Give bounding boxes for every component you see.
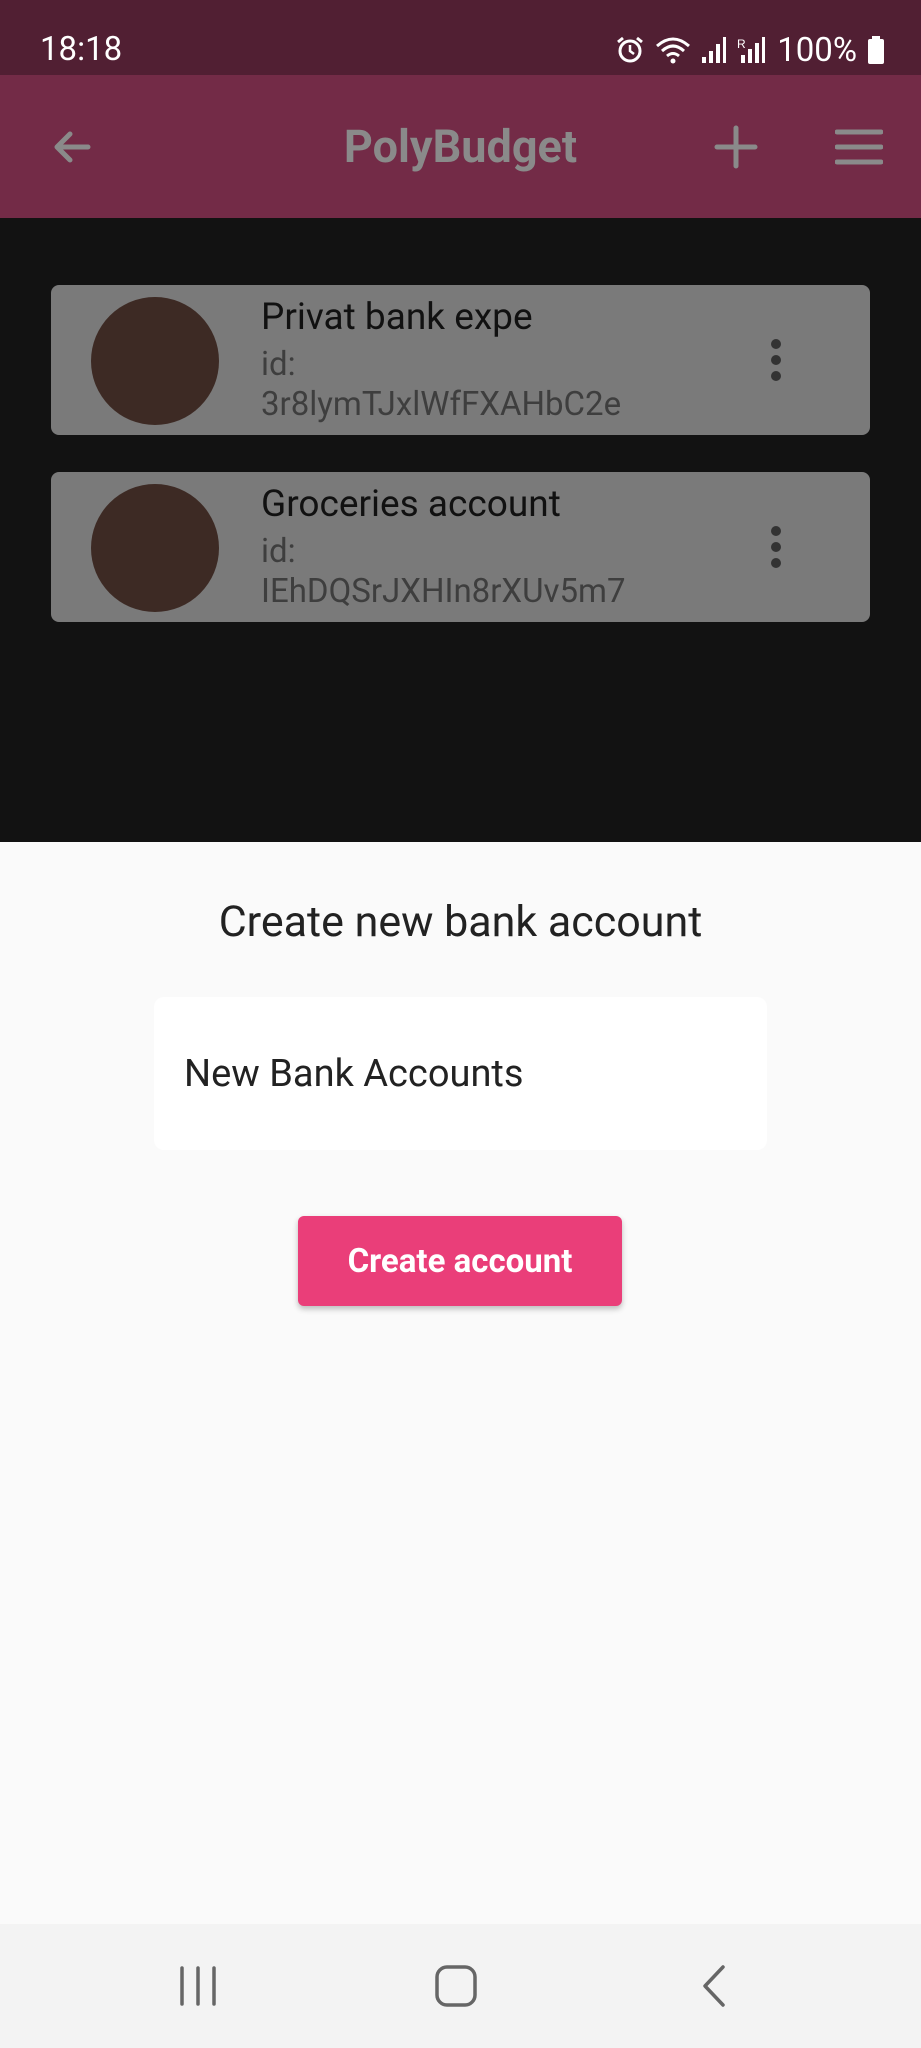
avatar bbox=[91, 484, 219, 612]
home-button[interactable] bbox=[416, 1954, 496, 2018]
app-title: PolyBudget bbox=[343, 120, 578, 173]
system-back-button[interactable] bbox=[674, 1954, 754, 2018]
account-id-label: id: bbox=[261, 345, 296, 384]
alarm-icon bbox=[615, 35, 645, 65]
more-options-button[interactable] bbox=[751, 335, 801, 385]
more-options-button[interactable] bbox=[751, 522, 801, 572]
accounts-list: Privat bank expe id: 3r8lymTJxlWfFXAHbC2… bbox=[0, 218, 921, 842]
recents-icon bbox=[180, 1966, 216, 2006]
status-time: 18:18 bbox=[40, 30, 123, 69]
more-vert-icon bbox=[771, 339, 781, 381]
signal-r-icon: R bbox=[737, 35, 767, 65]
home-icon bbox=[435, 1965, 477, 2007]
create-account-sheet: Create new bank account Create account bbox=[0, 842, 921, 1924]
account-id: 3r8lymTJxlWfFXAHbC2e bbox=[261, 385, 622, 424]
account-id: IEhDQSrJXHIn8rXUv5m7 bbox=[261, 572, 626, 611]
account-card[interactable]: Privat bank expe id: 3r8lymTJxlWfFXAHbC2… bbox=[51, 285, 870, 435]
battery-icon bbox=[867, 35, 885, 65]
add-button[interactable] bbox=[700, 111, 772, 183]
account-name: Privat bank expe bbox=[261, 296, 533, 339]
battery-text: 100% bbox=[777, 30, 857, 70]
svg-text:R: R bbox=[737, 37, 746, 51]
plus-icon bbox=[714, 125, 758, 169]
screen: 18:18 R 100% PolyBudget Privat bank expe… bbox=[0, 0, 921, 2048]
recents-button[interactable] bbox=[158, 1954, 238, 2018]
signal-icon bbox=[701, 35, 727, 65]
avatar bbox=[91, 297, 219, 425]
navigation-bar bbox=[0, 1924, 921, 2048]
app-bar: PolyBudget bbox=[0, 75, 921, 218]
more-vert-icon bbox=[771, 526, 781, 568]
account-card[interactable]: Groceries account id: IEhDQSrJXHIn8rXUv5… bbox=[51, 472, 870, 622]
account-name: Groceries account bbox=[261, 483, 561, 526]
account-id-label: id: bbox=[261, 532, 296, 571]
create-account-button[interactable]: Create account bbox=[298, 1216, 622, 1306]
hamburger-menu-icon bbox=[835, 129, 883, 165]
status-bar: 18:18 R 100% bbox=[0, 0, 921, 75]
menu-button[interactable] bbox=[823, 111, 895, 183]
back-icon bbox=[703, 1965, 725, 2007]
sheet-title: Create new bank account bbox=[218, 897, 703, 947]
status-icons: R 100% bbox=[615, 30, 885, 70]
wifi-icon bbox=[655, 35, 691, 65]
account-name-field[interactable] bbox=[154, 997, 767, 1150]
